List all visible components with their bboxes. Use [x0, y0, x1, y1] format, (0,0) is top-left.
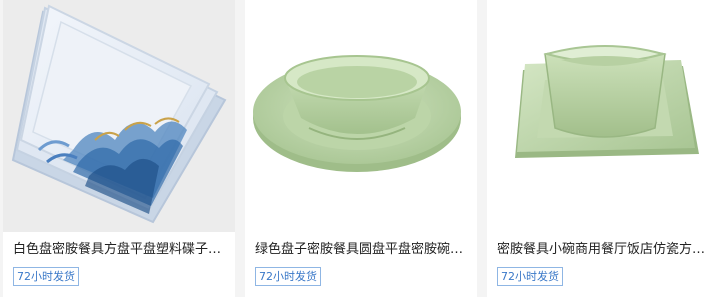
shipping-badge: 72小时发货 [255, 267, 321, 286]
product-card[interactable]: 密胺餐具小碗商用餐厅饭店仿瓷方碗塑料碗汤碗 72小时发货 [487, 0, 719, 297]
shipping-badge: 72小时发货 [13, 267, 79, 286]
product-title[interactable]: 绿色盘子密胺餐具圆盘平盘密胺碗仿瓷塑料餐具套装 [255, 241, 469, 259]
product-title[interactable]: 白色盘密胺餐具方盘平盘塑料碟子仿瓷圆形菜盘火锅店餐具 [13, 241, 227, 259]
product-image[interactable] [487, 0, 719, 232]
green-bowl-plate-image [245, 0, 477, 232]
shipping-badge: 72小时发货 [497, 267, 563, 286]
product-card[interactable]: 绿色盘子密胺餐具圆盘平盘密胺碗仿瓷塑料餐具套装 72小时发货 [245, 0, 477, 297]
green-square-bowl-image [487, 0, 719, 232]
product-card[interactable]: 白色盘密胺餐具方盘平盘塑料碟子仿瓷圆形菜盘火锅店餐具 72小时发货 [3, 0, 235, 297]
product-grid: 白色盘密胺餐具方盘平盘塑料碟子仿瓷圆形菜盘火锅店餐具 72小时发货 [0, 0, 719, 297]
product-title[interactable]: 密胺餐具小碗商用餐厅饭店仿瓷方碗塑料碗汤碗 [497, 241, 711, 259]
white-square-plate-image [3, 0, 235, 232]
product-image[interactable] [245, 0, 477, 232]
product-image[interactable] [3, 0, 235, 232]
